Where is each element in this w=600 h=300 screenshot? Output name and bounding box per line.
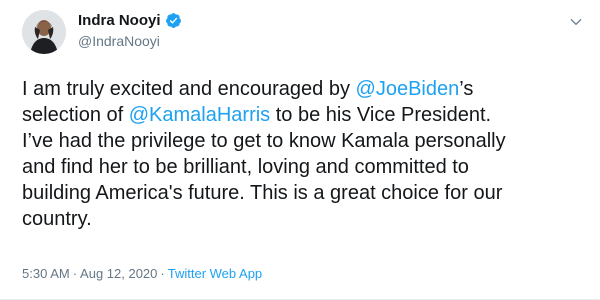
chevron-down-icon — [570, 19, 582, 25]
mention-link[interactable]: @KamalaHarris — [129, 104, 270, 126]
tweet-text: I am truly excited and encouraged by @Jo… — [22, 76, 582, 232]
tweet-line: selection of @KamalaHarris to be his Vic… — [22, 102, 582, 128]
tweet-line: I’ve had the privilege to get to know Ka… — [22, 130, 506, 152]
meta-separator: · — [160, 266, 165, 281]
author-block: Indra Nooyi @IndraNooyi — [78, 10, 182, 49]
tweet-date[interactable]: Aug 12, 2020 — [80, 266, 157, 281]
meta-separator: · — [72, 266, 78, 281]
tweet-time[interactable]: 5:30 AM — [22, 266, 70, 281]
text-segment: selection of — [22, 104, 129, 126]
name-row: Indra Nooyi — [78, 10, 182, 30]
mention-link[interactable]: @JoeBiden — [356, 78, 460, 100]
handle[interactable]: @IndraNooyi — [78, 33, 182, 49]
tweet-line: country. — [22, 208, 92, 230]
tweet-line: I am truly excited and encouraged by @Jo… — [22, 76, 582, 102]
tweet-line: and find her to be brilliant, loving and… — [22, 156, 469, 178]
display-name[interactable]: Indra Nooyi — [78, 12, 161, 29]
avatar[interactable] — [22, 10, 66, 54]
text-segment: to be his Vice President. — [270, 104, 492, 126]
tweet-meta: 5:30 AM · Aug 12, 2020 · Twitter Web App — [22, 266, 262, 281]
avatar-photo — [22, 10, 66, 54]
tweet-line: building America's future. This is a gre… — [22, 182, 503, 204]
text-segment: I am truly excited and encouraged by — [22, 78, 356, 100]
text-segment: ’s — [459, 78, 474, 100]
tweet-card[interactable]: Indra Nooyi @IndraNooyi I am truly excit… — [0, 0, 600, 300]
verified-badge-icon — [165, 12, 182, 29]
more-menu-button[interactable] — [566, 12, 586, 32]
source-link[interactable]: Twitter Web App — [168, 266, 262, 281]
